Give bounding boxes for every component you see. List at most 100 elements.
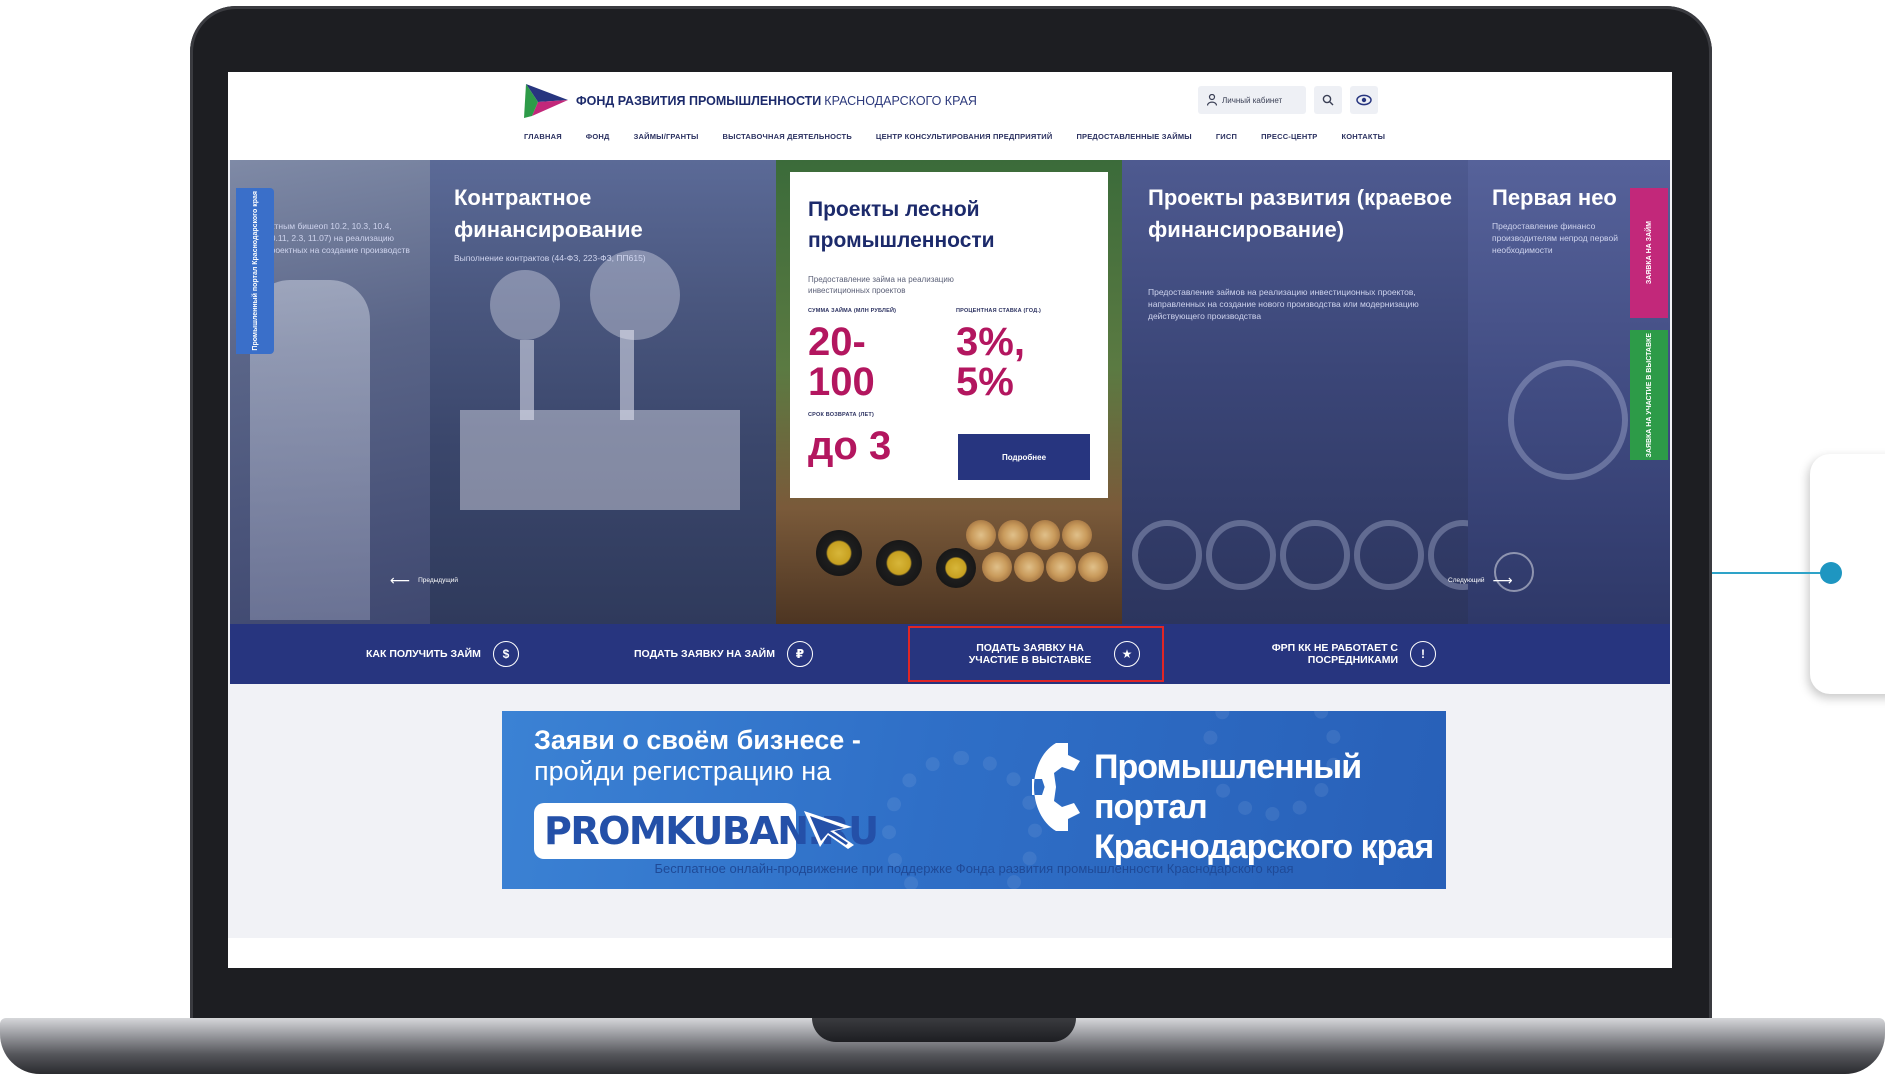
accessibility-button[interactable] (1350, 86, 1378, 114)
slide-contract-financing[interactable]: Контрактное финансирование Выполнение ко… (430, 160, 776, 624)
banner-headline: Заяви о своём бизнесе - пройди регистрац… (534, 725, 954, 787)
loan-amount-value: 20-100 (808, 320, 875, 404)
forest-industry-card: Проекты лесной промышленности Предоставл… (790, 172, 1108, 498)
nav-item-granted-loans[interactable]: ПРЕДОСТАВЛЕННЫЕ ЗАЙМЫ (1076, 132, 1191, 141)
ruble-icon: ₽ (786, 641, 813, 667)
site-header: ФОНД РАЗВИТИЯ ПРОМЫШЛЕННОСТИ КРАСНОДАРСКО… (228, 72, 1672, 160)
search-icon (1322, 94, 1334, 106)
slider-prev-label: Предыдущий (418, 577, 458, 584)
banner-headline-line-1: Заяви о своём бизнесе - (534, 725, 861, 755)
slide-description: Предоставление займов на реализацию инве… (1148, 287, 1419, 321)
interest-rate-value: 3%, 5% (956, 320, 1025, 404)
slide-partial-left[interactable]: ектным бишеоп 10.2, 10.3, 10.4, 10.11, 2… (230, 160, 430, 624)
exhibition-application-side-tab-label: ЗАЯВКА НА УЧАСТИЕ В ВЫСТАВКЕ (1645, 332, 1653, 458)
hero-slider: ектным бишеоп 10.2, 10.3, 10.4, 10.11, 2… (230, 160, 1670, 624)
loan-amount-label: СУММА ЗАЙМА (МЛН РУБЛЕЙ) (808, 308, 897, 314)
nav-item-consulting-center[interactable]: ЦЕНТР КОНСУЛЬТИРОВАНИЯ ПРЕДПРИЯТИЙ (876, 132, 1053, 141)
star-icon: ★ (1114, 641, 1140, 667)
nav-item-fund[interactable]: ФОНД (586, 132, 610, 141)
pipe-coil (1206, 520, 1276, 590)
log (1046, 552, 1076, 582)
pipe-coil (1132, 520, 1202, 590)
nav-item-contacts[interactable]: КОНТАКТЫ (1342, 132, 1386, 141)
nav-item-exhibitions[interactable]: ВЫСТАВОЧНАЯ ДЕЯТЕЛЬНОСТЬ (723, 132, 852, 141)
slider-prev-button[interactable]: ⟵ Предыдущий (390, 572, 458, 589)
banner-domain[interactable]: PROMKUBAN.RU (534, 803, 879, 859)
laptop-notch (812, 1018, 1076, 1042)
site-title-bold: ФОНД РАЗВИТИЯ ПРОМЫШЛЕННОСТИ (576, 94, 822, 108)
slide-description: Предоставление финансо производителям не… (1492, 221, 1618, 255)
forest-card-title: Проекты лесной промышленности (808, 198, 995, 252)
loan-application-side-tab[interactable]: ЗАЯВКА НА ЗАЙМ (1630, 188, 1668, 318)
slide-description: Выполнение контрактов (44-ФЗ, 223-ФЗ, ПП… (454, 253, 646, 263)
nav-item-press-center[interactable]: ПРЕСС-ЦЕНТР (1261, 132, 1317, 141)
log (1014, 552, 1044, 582)
arrow-right-icon: ⟶ (1492, 572, 1513, 588)
browser-screen: ФОНД РАЗВИТИЯ ПРОМЫШЛЕННОСТИ КРАСНОДАРСКО… (228, 72, 1672, 968)
slide-description: ектным бишеоп 10.2, 10.3, 10.4, 10.11, 2… (266, 221, 410, 255)
search-button[interactable] (1314, 86, 1342, 114)
log (1062, 520, 1092, 550)
exhibition-application-side-tab[interactable]: ЗАЯВКА НА УЧАСТИЕ В ВЫСТАВКЕ (1630, 330, 1668, 460)
repayment-term-label: СРОК ВОЗВРАТА (ЛЕТ) (808, 412, 875, 418)
user-icon (1207, 94, 1217, 106)
slider-next-button[interactable]: Следующий ⟶ (1448, 572, 1513, 589)
repayment-term-value: до 3 (808, 424, 892, 468)
industrial-portal-tab[interactable]: Промышленный портал Краснодарского края (236, 188, 274, 354)
industrial-portal-tab-label: Промышленный портал Краснодарского края (251, 191, 259, 351)
action-label: ПОДАТЬ ЗАЯВКУ НА ЗАЙМ (634, 648, 775, 660)
nav-item-loans-grants[interactable]: ЗАЙМЫ/ГРАНТЫ (634, 132, 699, 141)
callout-dot (1820, 562, 1842, 584)
banner-footnote: Бесплатное онлайн-продвижение при поддер… (654, 861, 1294, 876)
log (966, 520, 996, 550)
action-bar: КАК ПОЛУЧИТЬ ЗАЙМ $ ПОДАТЬ ЗАЯВКУ НА ЗАЙ… (230, 624, 1670, 684)
exclamation-icon: ! (1410, 641, 1436, 667)
personal-account-button[interactable]: Личный кабинет (1198, 86, 1306, 114)
interest-rate-label: ПРОЦЕНТНАЯ СТАВКА (ГОД.) (956, 308, 1042, 314)
smoke (490, 270, 560, 340)
slide-title: Проекты развития (краевое финансирование… (1148, 185, 1452, 242)
factory-image (460, 410, 740, 510)
nav-item-home[interactable]: ГЛАВНАЯ (524, 132, 562, 141)
forwarder-wheel (936, 548, 976, 588)
pipe-coil (1354, 520, 1424, 590)
pipe-coil (1280, 520, 1350, 590)
slide-development-projects[interactable]: Проекты развития (краевое финансирование… (1122, 160, 1468, 624)
log (1030, 520, 1060, 550)
dollar-icon: $ (492, 641, 519, 667)
apply-for-loan-link[interactable]: ПОДАТЬ ЗАЯВКУ НА ЗАЙМ ₽ (634, 624, 813, 684)
more-details-button[interactable]: Подробнее (958, 434, 1090, 480)
forwarder-wheel (876, 540, 922, 586)
action-label: КАК ПОЛУЧИТЬ ЗАЙМ (366, 648, 481, 660)
page-bottom-strip (228, 938, 1672, 968)
slider-next-label: Следующий (1448, 577, 1485, 584)
main-nav: ГЛАВНАЯ ФОНД ЗАЙМЫ/ГРАНТЫ ВЫСТАВОЧНАЯ ДЕ… (524, 132, 1385, 141)
slide-forest-industry[interactable]: Проекты лесной промышленности Предоставл… (776, 160, 1122, 624)
action-label: ПОДАТЬ ЗАЯВКУ НА УЧАСТИЕ В ВЫСТАВКЕ (968, 642, 1092, 666)
slide-title: Контрактное финансирование (454, 185, 643, 242)
personal-account-label: Личный кабинет (1222, 95, 1283, 105)
machine-part (1508, 360, 1628, 480)
loan-application-side-tab-label: ЗАЯВКА НА ЗАЙМ (1645, 221, 1653, 285)
chimney (620, 330, 634, 420)
forwarder-wheel (816, 530, 862, 576)
nav-item-gisp[interactable]: ГИСП (1216, 132, 1237, 141)
eye-icon (1356, 94, 1372, 106)
action-label: ФРП КК НЕ РАБОТАЕТ С ПОСРЕДНИКАМИ (1271, 642, 1398, 666)
forest-card-description: Предоставление займа на реализацию инвес… (808, 275, 954, 295)
fund-logo-icon[interactable] (524, 82, 568, 122)
log (1078, 552, 1108, 582)
log (982, 552, 1012, 582)
arrow-left-icon: ⟵ (390, 572, 411, 588)
site-title-region: КРАСНОДАРСКОГО КРАЯ (824, 94, 977, 108)
portal-name: Промышленный портал Краснодарского края (1094, 747, 1446, 867)
no-intermediaries-link[interactable]: ФРП КК НЕ РАБОТАЕТ С ПОСРЕДНИКАМИ ! (1248, 624, 1444, 684)
callout-line (1712, 572, 1828, 574)
gear-logo-icon (1032, 743, 1080, 831)
apply-for-exhibition-link[interactable]: ПОДАТЬ ЗАЯВКУ НА УЧАСТИЕ В ВЫСТАВКЕ ★ (908, 626, 1164, 682)
how-to-get-loan-link[interactable]: КАК ПОЛУЧИТЬ ЗАЙМ $ (366, 624, 519, 684)
log (998, 520, 1028, 550)
promkuban-banner[interactable]: Заяви о своём бизнесе - пройди регистрац… (502, 711, 1446, 889)
site-title[interactable]: ФОНД РАЗВИТИЯ ПРОМЫШЛЕННОСТИ КРАСНОДАРСКО… (576, 94, 977, 108)
cursor-icon (804, 811, 854, 849)
